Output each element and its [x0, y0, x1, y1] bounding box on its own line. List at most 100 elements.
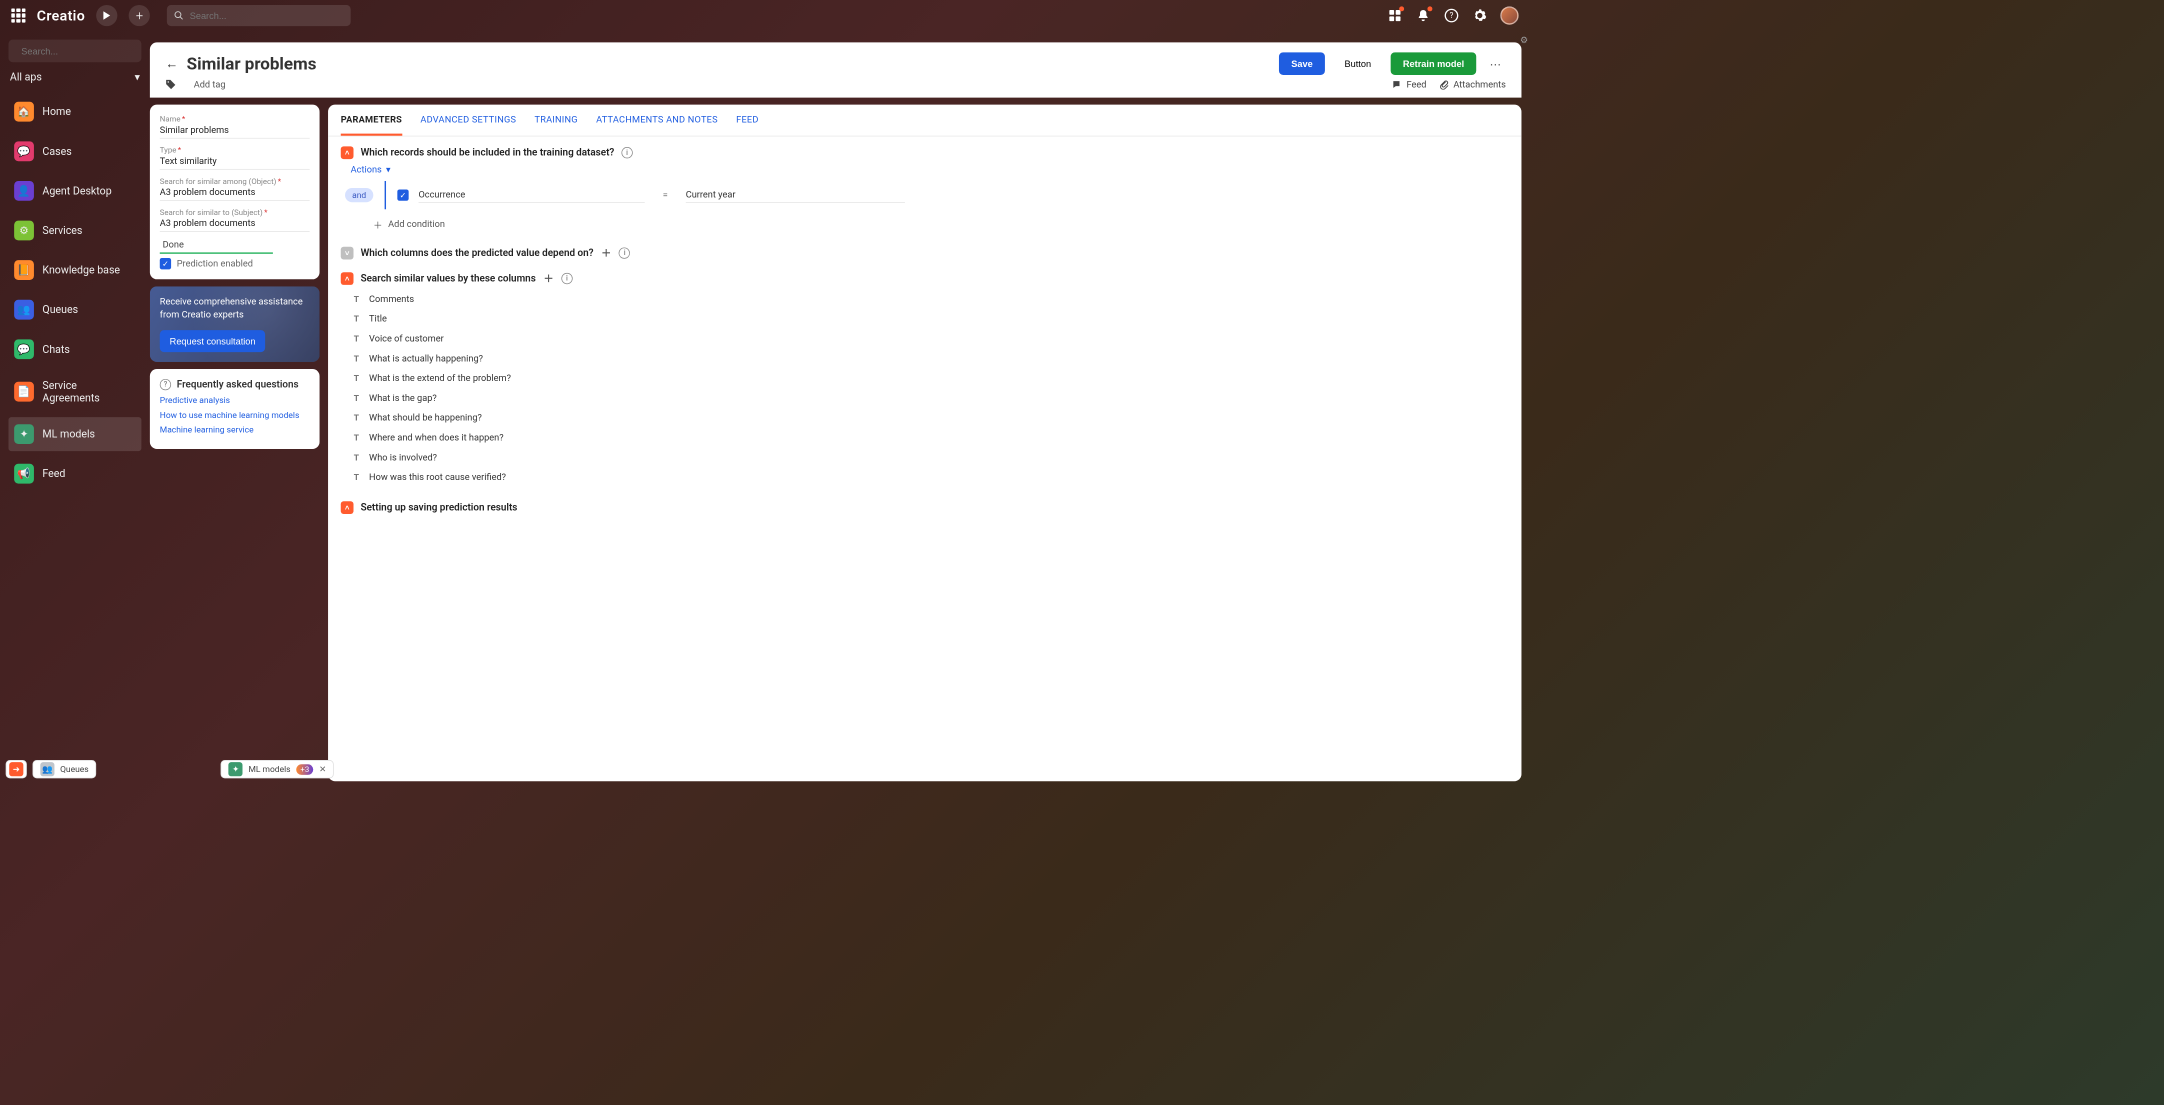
home-icon: 🏠 [14, 102, 34, 122]
close-icon[interactable]: ✕ [319, 764, 326, 774]
page-settings-icon[interactable]: ⚙ [1520, 35, 1530, 45]
apps-menu-icon[interactable] [11, 8, 25, 22]
add-column-button[interactable]: ＋ [543, 273, 554, 284]
actions-dropdown[interactable]: Actions ▾ [351, 165, 1509, 176]
help-icon[interactable]: ? [1444, 8, 1460, 24]
request-consultation-button[interactable]: Request consultation [160, 330, 266, 352]
save-button[interactable]: Save [1279, 52, 1325, 75]
play-button[interactable] [96, 5, 117, 26]
info-icon[interactable]: i [619, 247, 630, 258]
nav-knowledge-base[interactable]: 📙Knowledge base [8, 253, 141, 287]
tab-parameters[interactable]: PARAMETERS [341, 105, 402, 136]
more-menu-button[interactable]: ⋯ [1485, 53, 1506, 74]
column-item[interactable]: TWhat should be happening? [351, 408, 1509, 428]
column-item[interactable]: TWhere and when does it happen? [351, 428, 1509, 448]
column-item[interactable]: TWhat is actually happening? [351, 349, 1509, 369]
column-item[interactable]: THow was this root cause verified? [351, 467, 1509, 487]
boolean-operator[interactable]: and [345, 188, 373, 202]
nav-feed[interactable]: 📢Feed [8, 457, 141, 491]
chevron-down-icon: ▾ [386, 165, 391, 176]
column-item[interactable]: TVoice of customer [351, 329, 1509, 349]
tab-training[interactable]: TRAINING [535, 105, 578, 136]
prediction-enabled-checkbox[interactable]: ✓ [160, 258, 171, 269]
nav-chats[interactable]: 💬Chats [8, 332, 141, 366]
field-label: Type [160, 146, 177, 155]
taskbar-ml-models[interactable]: ✦ML models+3✕ [221, 760, 334, 778]
field-value: A3 problem documents [160, 187, 310, 200]
tab-advanced-settings[interactable]: ADVANCED SETTINGS [420, 105, 516, 136]
column-item[interactable]: TComments [351, 289, 1509, 309]
nav-service-agreements[interactable]: 📄Service Agreements [8, 372, 141, 412]
faq-card: ? Frequently asked questions Predictive … [150, 369, 320, 448]
section-toggle[interactable]: ˄ [341, 501, 354, 514]
section-toggle[interactable]: ˄ [341, 146, 354, 159]
column-label: What is actually happening? [369, 353, 483, 364]
retrain-model-button[interactable]: Retrain model [1391, 52, 1476, 75]
condition-operator[interactable]: = [655, 190, 676, 201]
nav-ml-models[interactable]: ✦ML models [8, 417, 141, 451]
sidebar-search-input[interactable] [21, 46, 145, 57]
nav-home[interactable]: 🏠Home [8, 95, 141, 129]
column-item[interactable]: TWho is involved? [351, 448, 1509, 468]
generic-button[interactable]: Button [1333, 52, 1382, 75]
attachments-label: Attachments [1453, 80, 1506, 91]
page-title: Similar problems [187, 54, 317, 74]
column-item[interactable]: TWhat is the extend of the problem? [351, 368, 1509, 388]
field-label: Search for similar to (Subject) [160, 208, 263, 217]
column-label: Title [369, 314, 387, 325]
taskbar-creatio[interactable]: ➜ [6, 760, 27, 778]
add-tag-button[interactable]: Add tag [194, 80, 226, 91]
global-search[interactable] [167, 5, 351, 26]
taskbar-queues[interactable]: 👥Queues [33, 760, 97, 778]
taskbar-label: ML models [248, 764, 290, 774]
attachments-link[interactable]: Attachments [1439, 80, 1506, 91]
condition-value[interactable]: Current year [686, 187, 905, 203]
field-value: Text similarity [160, 156, 310, 169]
user-avatar[interactable] [1500, 6, 1518, 24]
training-dataset-section: ˄ Which records should be included in th… [328, 136, 1521, 236]
brand-logo: Creatio [37, 7, 85, 24]
condition-checkbox[interactable]: ✓ [397, 189, 408, 200]
text-type-icon: T [351, 313, 362, 324]
feed-link[interactable]: Feed [1392, 80, 1426, 91]
faq-link[interactable]: Machine learning service [160, 424, 310, 436]
apps-switcher-icon[interactable] [1387, 8, 1403, 24]
column-item[interactable]: T Title [351, 309, 1509, 329]
checkbox-label: Prediction enabled [177, 258, 253, 269]
subject-field[interactable]: Search for similar to (Subject)* A3 prob… [160, 208, 310, 232]
similar-columns-section: ˄ Search similar values by these columns… [328, 262, 1521, 491]
actions-label: Actions [351, 165, 382, 176]
back-button[interactable]: ← [165, 56, 178, 71]
add-column-button[interactable]: ＋ [601, 247, 612, 258]
predicted-columns-section: ˅ Which columns does the predicted value… [328, 237, 1521, 262]
condition-field[interactable]: Occurrence [418, 187, 644, 203]
bell-icon[interactable] [1415, 8, 1431, 24]
nav-agent-desktop[interactable]: 👤Agent Desktop [8, 174, 141, 208]
section-toggle[interactable]: ˅ [341, 247, 354, 260]
sidebar-search[interactable] [8, 40, 141, 63]
nav-cases[interactable]: 💬Cases [8, 134, 141, 168]
queue-icon: 👥 [14, 300, 34, 320]
type-field[interactable]: Type* Text similarity [160, 146, 310, 170]
info-icon[interactable]: i [621, 147, 632, 158]
nav-queues[interactable]: 👥Queues [8, 293, 141, 327]
column-item[interactable]: TWhat is the gap? [351, 388, 1509, 408]
tab-feed[interactable]: FEED [736, 105, 758, 136]
page-header: ← Similar problems Save Button Retrain m… [150, 42, 1522, 97]
faq-link[interactable]: Predictive analysis [160, 395, 310, 407]
settings-icon[interactable] [1472, 8, 1488, 24]
info-icon[interactable]: i [561, 273, 572, 284]
object-field[interactable]: Search for similar among (Object)* A3 pr… [160, 177, 310, 201]
add-condition-button[interactable]: ＋ Add condition [373, 218, 1508, 231]
global-search-input[interactable] [190, 10, 344, 21]
required-marker: * [264, 208, 267, 217]
status-field[interactable]: Done [160, 239, 273, 254]
add-button[interactable]: + [129, 5, 150, 26]
taskbar-label: Queues [60, 764, 89, 774]
name-field[interactable]: Name* Similar problems [160, 115, 310, 139]
tab-attachments-notes[interactable]: ATTACHMENTS AND NOTES [596, 105, 718, 136]
section-toggle[interactable]: ˄ [341, 272, 354, 285]
all-apps-toggle[interactable]: All aps ▾ [8, 68, 141, 89]
faq-link[interactable]: How to use machine learning models [160, 409, 310, 421]
nav-services[interactable]: ⚙Services [8, 214, 141, 248]
